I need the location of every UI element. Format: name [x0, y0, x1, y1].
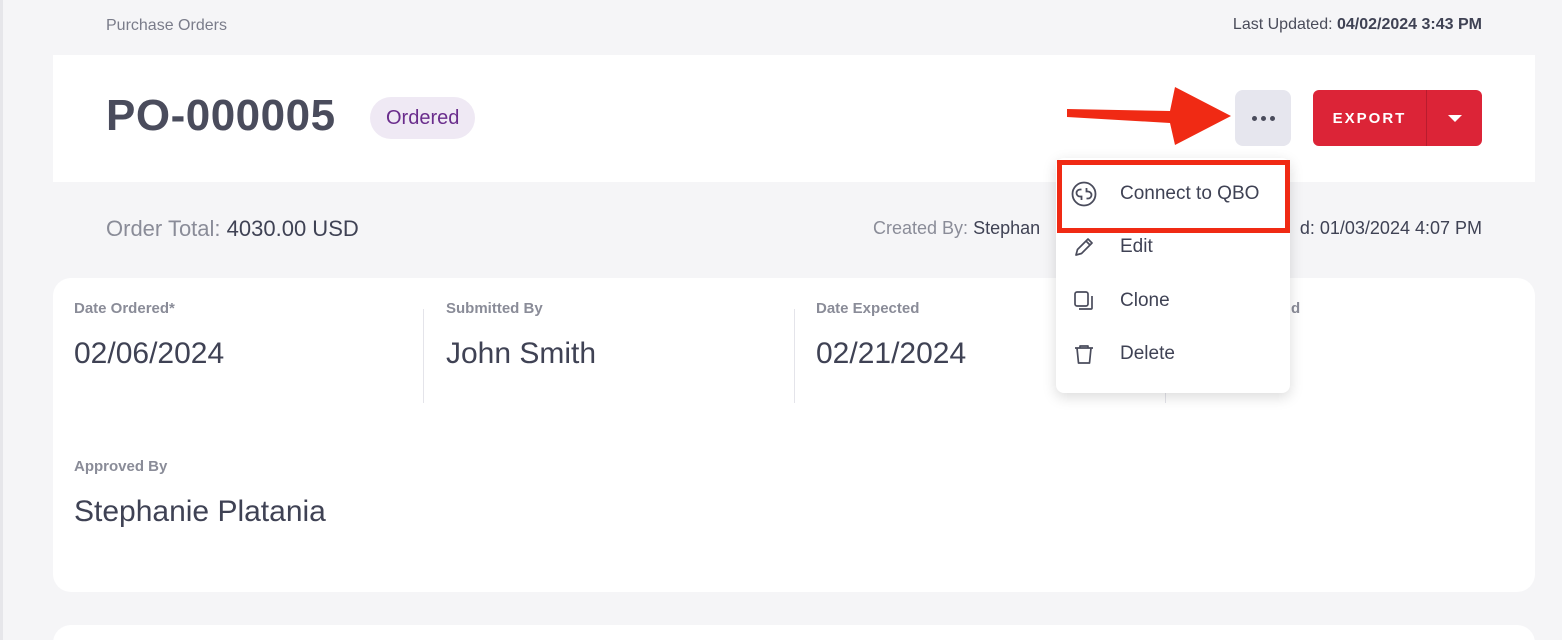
export-button-group: EXPORT: [1313, 90, 1482, 146]
menu-item-label: Clone: [1120, 290, 1170, 311]
date-expected-value: 02/21/2024: [816, 337, 967, 370]
menu-item-label: Edit: [1120, 236, 1153, 257]
last-updated: Last Updated: 04/02/2024 3:43 PM: [1233, 16, 1482, 34]
header-card: PO-000005 Ordered EXPORT: [53, 55, 1535, 182]
page-title: PO-000005: [106, 91, 336, 140]
menu-item-delete[interactable]: Delete: [1056, 331, 1290, 377]
pencil-icon: [1075, 238, 1093, 256]
submitted-by-value: John Smith: [446, 337, 597, 370]
fourth-column-label: d: [1291, 300, 1301, 317]
more-horizontal-icon: [1269, 115, 1275, 121]
left-edge-divider: [0, 0, 3, 640]
date-ordered-value: 02/06/2024: [74, 337, 225, 370]
trash-icon: [1075, 345, 1093, 364]
order-total-label: Order Total:: [106, 216, 221, 241]
created-date: d: 01/03/2024 4:07 PM: [1299, 218, 1482, 238]
menu-item-clone[interactable]: Clone: [1056, 278, 1290, 324]
created-by-value: Stephan: [973, 218, 1041, 238]
approved-by-label: Approved By: [74, 458, 168, 475]
more-actions-button[interactable]: [1235, 90, 1291, 146]
status-badge: Ordered: [370, 97, 476, 139]
approved-by-value: Stephanie Platania: [74, 495, 326, 528]
last-updated-value: 04/02/2024 3:43 PM: [1337, 16, 1482, 33]
menu-item-label: Delete: [1120, 343, 1175, 364]
details-card: Date Ordered* 02/06/2024 Submitted By Jo…: [53, 278, 1535, 592]
export-dropdown-toggle[interactable]: [1427, 90, 1482, 146]
export-button[interactable]: EXPORT: [1313, 90, 1426, 146]
date-expected-field[interactable]: Date Expected 02/21/2024: [816, 300, 966, 371]
more-horizontal-icon: [1260, 115, 1266, 121]
date-ordered-label: Date Ordered*: [74, 300, 175, 317]
approved-by-field: Approved By Stephanie Platania: [74, 458, 326, 529]
more-horizontal-icon: [1251, 115, 1257, 121]
column-divider: [423, 309, 424, 403]
order-total-value: 4030.00 USD: [226, 216, 359, 241]
breadcrumb[interactable]: Purchase Orders: [106, 17, 227, 35]
annotation-arrow-icon: [1067, 87, 1231, 145]
annotation-highlight-box: [1057, 160, 1290, 233]
last-updated-label: Last Updated:: [1232, 16, 1333, 33]
order-total: Order Total: 4030.00 USD: [106, 216, 359, 242]
purchase-order-page: Purchase Orders Last Updated: 04/02/2024…: [0, 0, 1562, 640]
date-expected-label: Date Expected: [816, 300, 920, 317]
column-divider: [794, 309, 795, 403]
next-section-card: [53, 625, 1535, 640]
created-by: Created By: Stephan: [873, 218, 1040, 239]
date-ordered-field[interactable]: Date Ordered* 02/06/2024: [74, 300, 224, 371]
submitted-by-label: Submitted By: [446, 300, 543, 317]
copy-icon: [1074, 291, 1093, 310]
submitted-by-field: Submitted By John Smith: [446, 300, 596, 371]
created-by-label: Created By:: [873, 218, 969, 238]
fourth-column-field: d: [1291, 300, 1300, 317]
caret-down-icon: [1447, 114, 1462, 122]
